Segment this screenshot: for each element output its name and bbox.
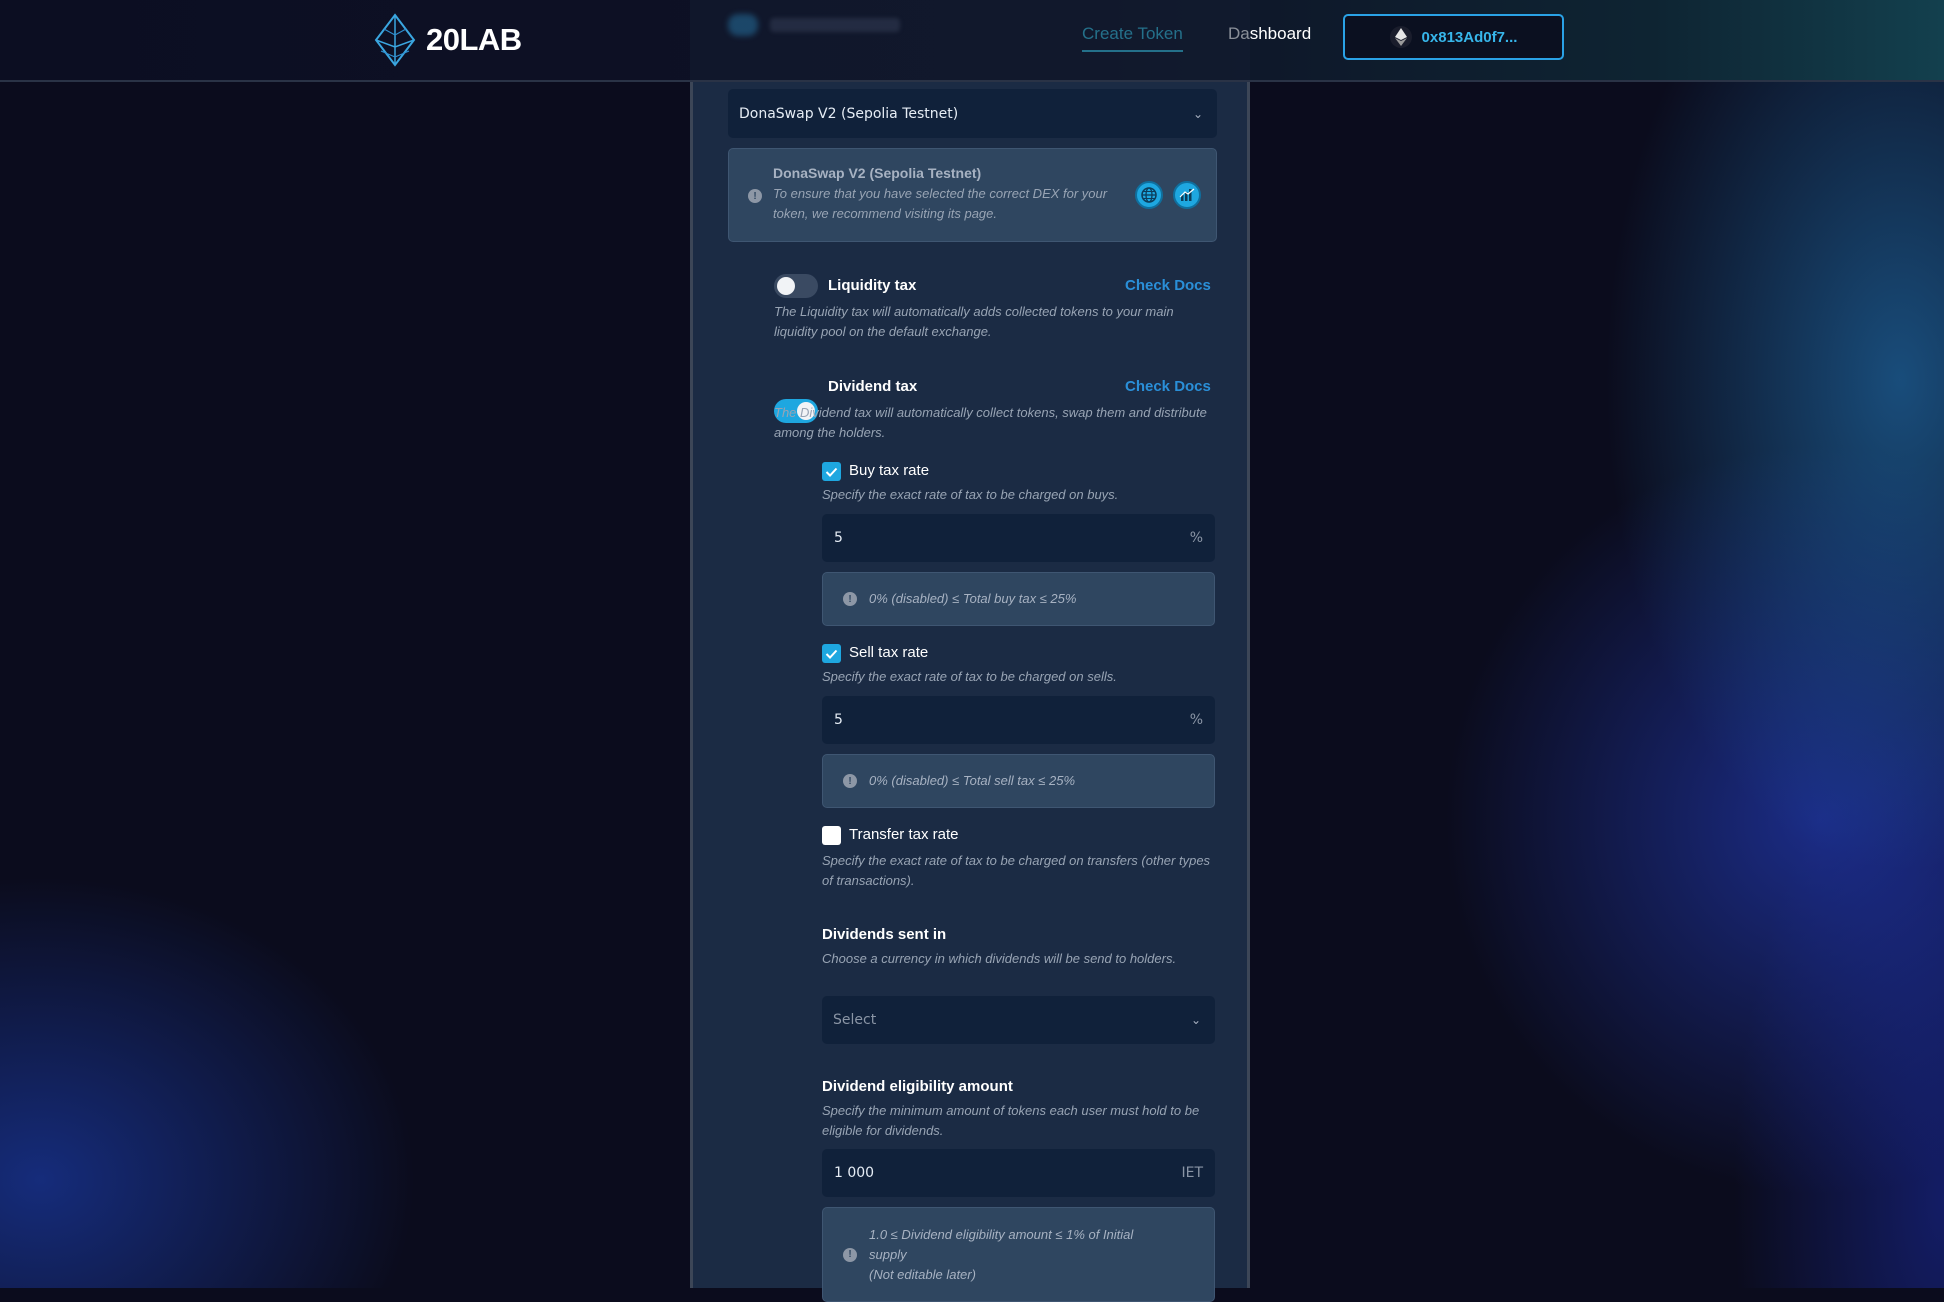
blurred-title	[770, 18, 900, 32]
hint-line: (Not editable later)	[869, 1266, 976, 1282]
check-icon	[825, 649, 838, 659]
dex-info-title: DonaSwap V2 (Sepolia Testnet)	[773, 165, 982, 181]
dividend-currency-select[interactable]: Select ⌄	[822, 996, 1215, 1044]
panel-header-overlay	[690, 0, 1250, 80]
chevron-down-icon: ⌄	[1190, 1013, 1201, 1027]
dividend-tax-docs-link[interactable]: Check Docs	[1125, 378, 1211, 395]
dividend-eligibility-description: Specify the minimum amount of tokens eac…	[822, 1103, 1200, 1138]
dividends-sent-in-title: Dividends sent in	[822, 926, 947, 943]
liquidity-tax-toggle[interactable]	[774, 274, 818, 298]
logo-text: 20LAB	[426, 22, 522, 57]
info-icon: !	[748, 189, 762, 203]
liquidity-tax-description: The Liquidity tax will automatically add…	[774, 304, 1174, 339]
check-icon	[825, 467, 838, 477]
buy-tax-unit: %	[1189, 530, 1203, 546]
buy-tax-hint-text: 0% (disabled) ≤ Total buy tax ≤ 25%	[869, 591, 1077, 606]
dividend-eligibility-hint-text: 1.0 ≤ Dividend eligibility amount ≤ 1% o…	[869, 1225, 1189, 1285]
wallet-button[interactable]: 0x813Ad0f7...	[1343, 14, 1564, 60]
dividend-eligibility-value: 1 000	[834, 1165, 875, 1181]
dividend-currency-placeholder: Select	[833, 1012, 877, 1028]
buy-tax-hint: ! 0% (disabled) ≤ Total buy tax ≤ 25%	[822, 572, 1215, 626]
diamond-logo-icon	[374, 13, 416, 67]
dex-select-value: DonaSwap V2 (Sepolia Testnet)	[739, 105, 959, 122]
chart-icon[interactable]	[1173, 181, 1201, 209]
dividend-eligibility-unit: IET	[1181, 1165, 1203, 1181]
transfer-tax-checkbox[interactable]	[822, 826, 841, 845]
info-icon: !	[843, 1247, 857, 1262]
buy-tax-value: 5	[834, 530, 843, 546]
sell-tax-hint-text: 0% (disabled) ≤ Total sell tax ≤ 25%	[869, 773, 1076, 788]
sell-tax-label: Sell tax rate	[849, 644, 929, 661]
buy-tax-input[interactable]: 5 %	[822, 514, 1215, 562]
dex-info-box: ! DonaSwap V2 (Sepolia Testnet) To ensur…	[728, 148, 1217, 242]
info-icon: !	[843, 592, 857, 606]
dex-select[interactable]: DonaSwap V2 (Sepolia Testnet) ⌄	[728, 89, 1217, 138]
transfer-tax-description: Specify the exact rate of tax to be char…	[822, 853, 1211, 888]
dividend-tax-description: The Dividend tax will automatically coll…	[774, 405, 1207, 440]
ethereum-icon	[1389, 26, 1412, 48]
dividend-eligibility-input[interactable]: 1 000 IET	[822, 1149, 1215, 1197]
buy-tax-label: Buy tax rate	[849, 462, 930, 479]
chevron-down-icon: ⌄	[1192, 106, 1203, 121]
token-form-panel: DonaSwap V2 (Sepolia Testnet) ⌄ ! DonaSw…	[690, 80, 1250, 1302]
dividend-eligibility-title: Dividend eligibility amount	[822, 1078, 1013, 1095]
sell-tax-description: Specify the exact rate of tax to be char…	[822, 669, 1117, 684]
logo[interactable]: 20LAB	[372, 10, 522, 70]
dividend-tax-label: Dividend tax	[828, 378, 918, 395]
info-icon: !	[843, 774, 857, 788]
hint-line: supply	[869, 1246, 907, 1262]
sell-tax-checkbox[interactable]	[822, 644, 841, 663]
liquidity-tax-label: Liquidity tax	[828, 277, 917, 294]
sell-tax-value: 5	[834, 712, 843, 728]
blurred-logo	[728, 14, 758, 36]
buy-tax-checkbox[interactable]	[822, 462, 841, 481]
sell-tax-input[interactable]: 5 %	[822, 696, 1215, 744]
toggle-knob	[777, 277, 795, 295]
globe-icon[interactable]	[1135, 181, 1163, 209]
dex-info-text: To ensure that you have selected the cor…	[773, 186, 1108, 221]
sell-tax-unit: %	[1189, 712, 1203, 728]
dividends-sent-in-description: Choose a currency in which dividends wil…	[822, 951, 1177, 966]
sell-tax-hint: ! 0% (disabled) ≤ Total sell tax ≤ 25%	[822, 754, 1215, 808]
liquidity-tax-docs-link[interactable]: Check Docs	[1125, 277, 1211, 294]
hint-line: 1.0 ≤ Dividend eligibility amount ≤ 1% o…	[869, 1226, 1134, 1242]
buy-tax-description: Specify the exact rate of tax to be char…	[822, 487, 1119, 502]
wallet-address: 0x813Ad0f7...	[1421, 28, 1518, 46]
transfer-tax-label: Transfer tax rate	[849, 826, 959, 843]
